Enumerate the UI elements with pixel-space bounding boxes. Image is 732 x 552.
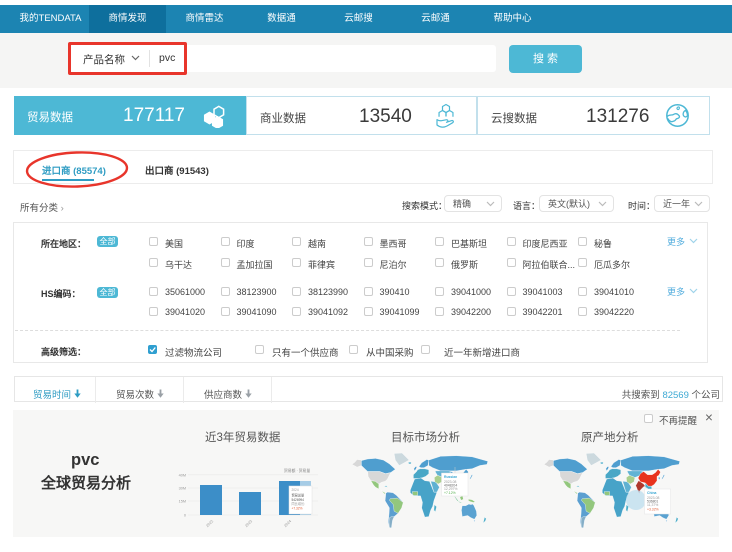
svg-text:2023: 2023 (244, 519, 253, 528)
svg-text:China: China (647, 491, 657, 495)
svg-text:2024: 2024 (283, 519, 292, 528)
svg-text:40M: 40M (179, 473, 186, 477)
svg-text:Russian: Russian (444, 475, 457, 479)
svg-text:+3.32%: +3.32% (647, 508, 659, 512)
svg-text:同比增长:: 同比增长: (292, 501, 306, 506)
svg-text:贸易额 · 贸易量: 贸易额 · 贸易量 (284, 468, 310, 473)
svg-text:0: 0 (184, 514, 186, 518)
svg-text:12,297%: 12,297% (444, 487, 457, 491)
svg-text:+7.32%: +7.32% (292, 507, 303, 511)
svg-text:30M: 30M (179, 487, 186, 491)
svg-text:5426994: 5426994 (292, 498, 305, 502)
svg-text:11,37%: 11,37% (647, 503, 658, 507)
svg-text:15M: 15M (179, 500, 186, 504)
svg-text:2024: 2024 (292, 488, 299, 492)
svg-text:2022: 2022 (205, 519, 214, 528)
svg-text:贸易总量: 贸易总量 (292, 493, 306, 498)
svg-text:+7.12%: +7.12% (444, 491, 456, 495)
